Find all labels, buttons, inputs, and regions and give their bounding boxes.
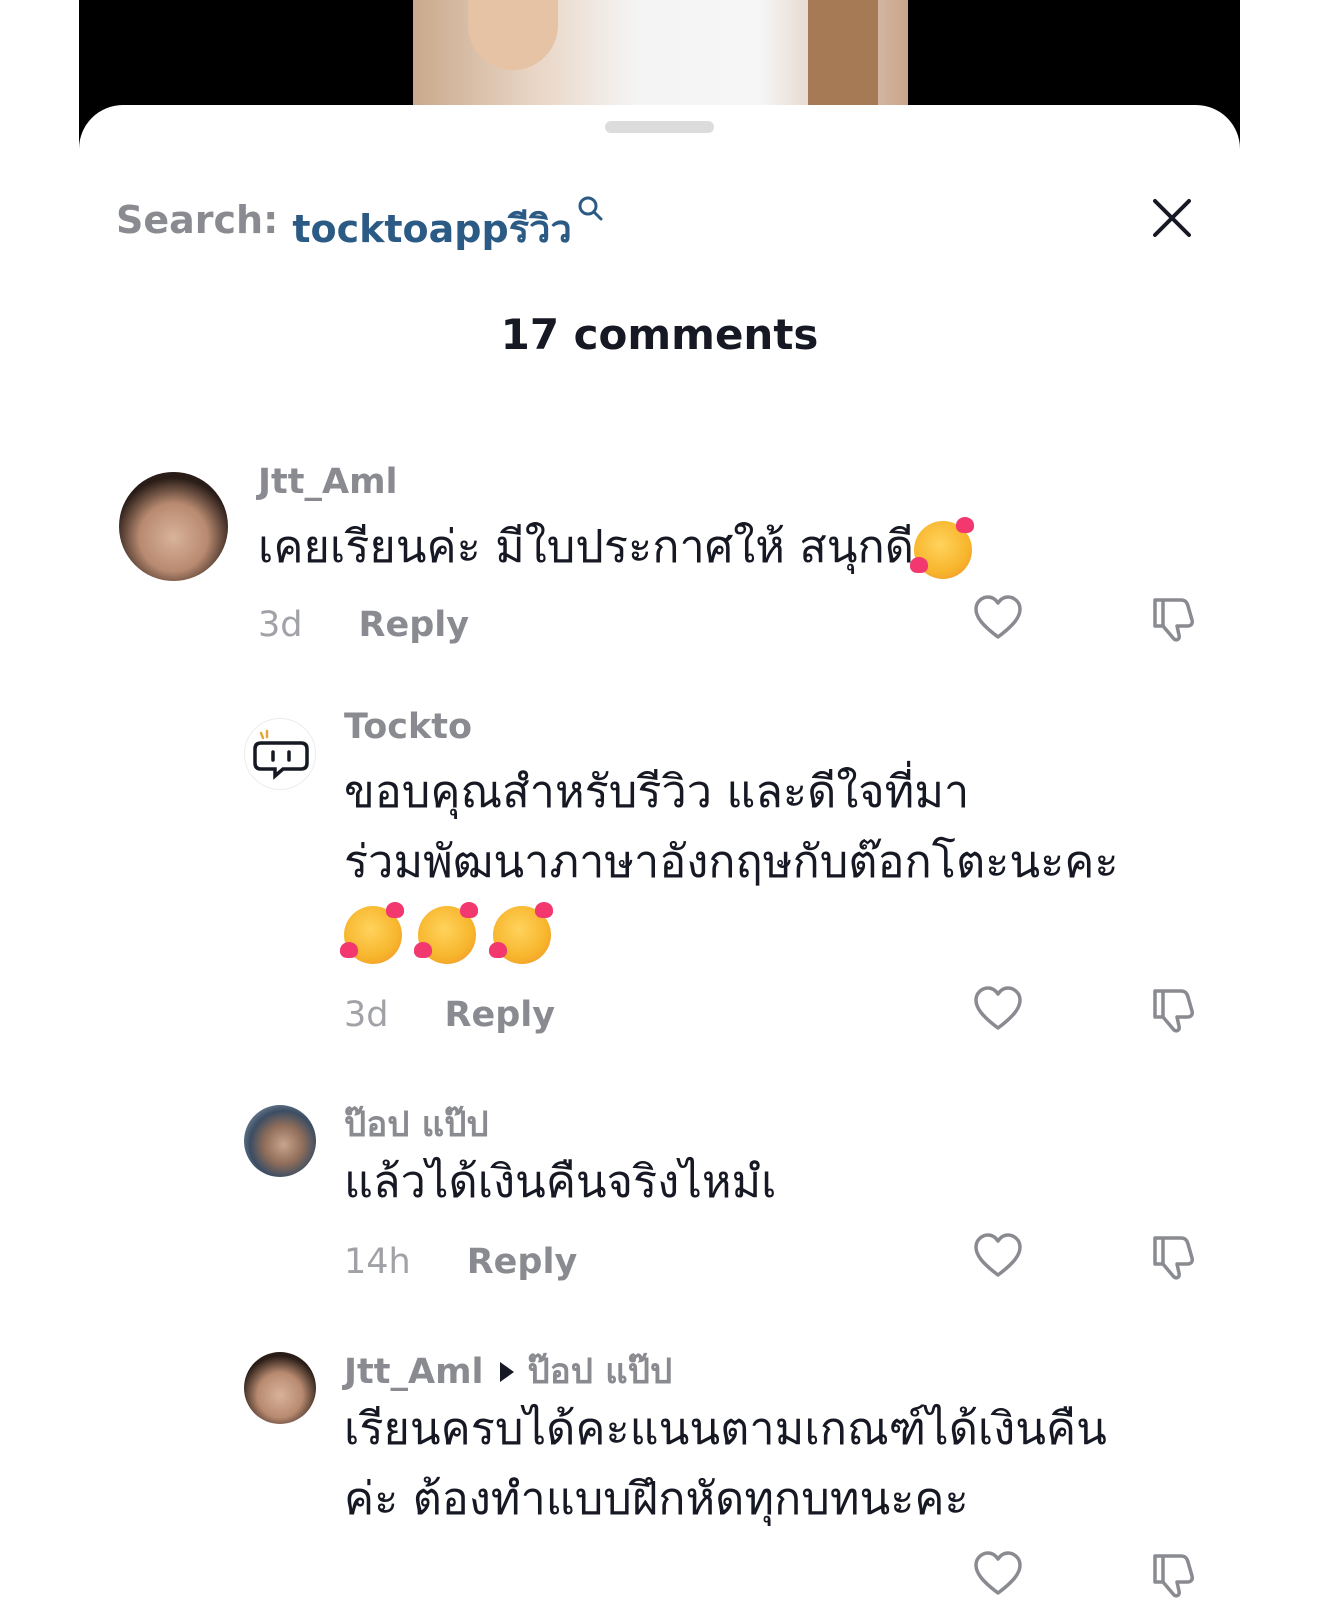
comment-text-line: เรียนครบได้คะแนนตามเกณฑ์ได้เงินคืน	[344, 1402, 1107, 1455]
search-icon	[578, 196, 603, 221]
comment-author[interactable]: Jtt_Aml	[344, 1352, 484, 1392]
smiling-face-with-hearts-icon	[414, 902, 479, 964]
avatar[interactable]	[244, 1105, 316, 1177]
smiling-face-with-hearts-icon	[909, 517, 974, 579]
heart-icon[interactable]	[972, 1230, 1024, 1282]
search-suggestion[interactable]: Search: tocktoappรีวิว	[116, 196, 604, 259]
search-label: Search:	[116, 198, 279, 242]
comment-username[interactable]: Jtt_Aml ป๊อป แป๊ป	[344, 1344, 672, 1399]
comment-meta: 3d Reply	[258, 605, 469, 645]
comment-time: 14h	[344, 1242, 411, 1282]
heart-icon[interactable]	[972, 983, 1024, 1035]
search-term[interactable]: tocktoappรีวิว	[292, 198, 571, 259]
comment-text-line: ขอบคุณสำหรับรีวิว และดีใจที่มา	[344, 765, 970, 818]
video-hand	[468, 0, 558, 70]
dislike-icon[interactable]	[1147, 983, 1199, 1035]
comment-time: 3d	[344, 995, 389, 1035]
comment-meta: 14h Reply	[344, 1242, 577, 1282]
heart-icon[interactable]	[972, 1548, 1024, 1600]
comment-text: เรียนครบได้คะแนนตามเกณฑ์ได้เงินคืน ค่ะ ต…	[344, 1394, 1107, 1534]
comment-meta: 3d Reply	[344, 995, 555, 1035]
smiling-face-with-hearts-icon	[488, 902, 553, 964]
reply-button[interactable]: Reply	[359, 605, 470, 645]
comment-item: ป๊อป แป๊ป แล้วได้เงินคืนจริงไหมํเ 14h Rep…	[79, 1095, 1240, 1295]
dislike-icon[interactable]	[1147, 1548, 1199, 1600]
tockto-logo-icon	[253, 729, 309, 780]
comment-item: Jtt_Aml ป๊อป แป๊ป เรียนครบได้คะแนนตามเกณ…	[79, 1342, 1240, 1598]
reply-button[interactable]: Reply	[445, 995, 556, 1035]
comment-username[interactable]: Tockto	[344, 707, 472, 747]
comment-username[interactable]: Jtt_Aml	[258, 462, 398, 502]
comment-item: Jtt_Aml เคยเรียนค่ะ มีใบประกาศให้ สนุกดี…	[79, 460, 1240, 660]
comment-text-line: ร่วมพัฒนาภาษาอังกฤษกับต๊อกโตะนะคะ	[344, 835, 1119, 888]
reply-to-user[interactable]: ป๊อป แป๊ป	[528, 1344, 673, 1399]
comment-text-content: เคยเรียนค่ะ มีใบประกาศให้ สนุกดี	[258, 520, 914, 573]
comment-item: Tockto ขอบคุณสำหรับรีวิว และดีใจที่มา ร่…	[79, 705, 1240, 1045]
comment-text: แล้วได้เงินคืนจริงไหมํเ	[344, 1155, 777, 1208]
avatar[interactable]	[244, 718, 316, 790]
comment-username[interactable]: ป๊อป แป๊ป	[344, 1097, 489, 1152]
dislike-icon[interactable]	[1147, 1230, 1199, 1282]
dislike-icon[interactable]	[1147, 592, 1199, 644]
avatar[interactable]	[119, 472, 228, 581]
reply-arrow-icon	[499, 1361, 514, 1382]
avatar[interactable]	[244, 1352, 316, 1424]
comment-emoji-row	[340, 897, 1119, 967]
smiling-face-with-hearts-icon	[340, 902, 404, 964]
sheet-drag-handle[interactable]	[605, 121, 714, 133]
comment-text: เคยเรียนค่ะ มีใบประกาศให้ สนุกดี	[258, 512, 974, 582]
comment-time: 3d	[258, 605, 303, 645]
close-icon[interactable]	[1150, 196, 1194, 240]
heart-icon[interactable]	[972, 592, 1024, 644]
comments-count-title: 17 comments	[500, 310, 819, 359]
comments-sheet: Search: tocktoappรีวิว 17 comments Jtt_A…	[79, 105, 1240, 1598]
reply-button[interactable]: Reply	[467, 1242, 578, 1282]
comment-text-line: ค่ะ ต้องทำแบบฝึกหัดทุกบทนะคะ	[344, 1472, 969, 1525]
comment-text: ขอบคุณสำหรับรีวิว และดีใจที่มา ร่วมพัฒนา…	[340, 757, 1119, 967]
